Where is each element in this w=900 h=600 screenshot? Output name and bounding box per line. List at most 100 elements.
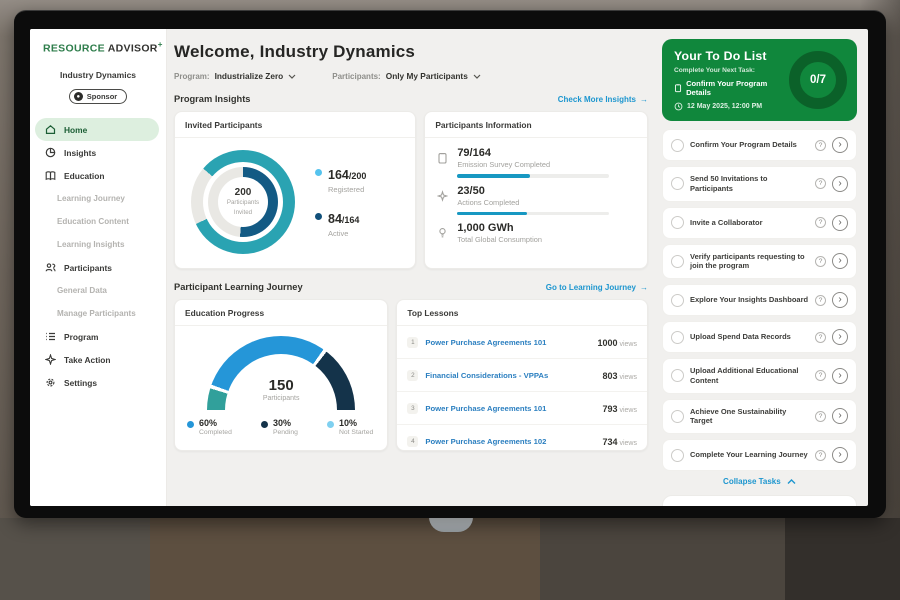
task-checkbox[interactable] [671,369,684,382]
help-icon[interactable]: ? [815,178,826,189]
sidebar-item-manage-participants[interactable]: Manage Participants [30,302,166,325]
task-list: Confirm Your Program Details ? › Send 50… [662,129,857,471]
task-row[interactable]: Invite a Collaborator ? › [662,207,857,239]
collapse-tasks-label: Collapse Tasks [723,477,781,486]
task-row[interactable]: Upload Additional Educational Content ? … [662,358,857,394]
help-icon[interactable]: ? [815,295,826,306]
lesson-link[interactable]: Power Purchase Agreements 101 [425,404,595,413]
pending-dot [261,421,268,428]
participants-value: Only My Participants [386,71,468,81]
sponsor-icon: ● [74,92,83,101]
lesson-row[interactable]: 2 Financial Considerations - VPPAs 803vi… [397,359,647,392]
lesson-row[interactable]: 4 Power Purchase Agreements 102 734views [397,425,647,451]
todo-counter: 0/7 [810,74,826,86]
task-row[interactable]: Achieve One Sustainability Target ? › [662,399,857,435]
participants-information-card: Participants Information 79/164 Emission… [424,111,648,269]
program-dropdown[interactable]: Program: Industrialize Zero [174,71,296,81]
sidebar-item-education-content[interactable]: Education Content [30,210,166,233]
sidebar-item-general-data[interactable]: General Data [30,279,166,302]
pending-value: 30% [273,418,298,428]
lesson-views: 793 [602,404,617,414]
lesson-link[interactable]: Power Purchase Agreements 102 [425,437,595,446]
task-checkbox[interactable] [671,410,684,423]
sidebar: RESOURCE ADVISOR+ Industry Dynamics ● Sp… [30,29,167,506]
task-go-button[interactable]: › [832,176,848,192]
sidebar-item-label: Manage Participants [57,309,136,318]
sidebar-item-label: Program [64,332,98,342]
help-icon[interactable]: ? [815,332,826,343]
task-go-button[interactable]: › [832,215,848,231]
sidebar-item-education[interactable]: Education [30,164,166,187]
sidebar-item-learning-journey[interactable]: Learning Journey [30,187,166,210]
help-icon[interactable]: ? [815,411,826,422]
lesson-link[interactable]: Financial Considerations - VPPAs [425,371,595,380]
lightbulb-icon [437,222,449,244]
task-row[interactable]: Upload Spend Data Records ? › [662,321,857,353]
consumption-label: Total Global Consumption [457,235,542,244]
task-label: Invite a Collaborator [690,218,809,228]
registered-dot [315,169,322,176]
help-icon[interactable]: ? [815,450,826,461]
task-checkbox[interactable] [671,449,684,462]
go-to-learning-journey-link[interactable]: Go to Learning Journey → [546,283,648,292]
chevron-up-icon [787,479,796,485]
task-checkbox[interactable] [671,255,684,268]
sidebar-item-participants[interactable]: Participants [30,256,166,279]
program-label: Program: [174,72,210,81]
actions-completed-label: Actions Completed [457,198,609,207]
lesson-row[interactable]: 1 Power Purchase Agreements 101 1000view… [397,326,647,359]
lesson-link[interactable]: Power Purchase Agreements 101 [425,338,590,347]
sidebar-item-learning-insights[interactable]: Learning Insights [30,233,166,256]
task-go-button[interactable]: › [832,447,848,463]
task-go-button[interactable]: › [832,329,848,345]
due-date-row: 12 May 2025, 12:00 PM [674,102,783,111]
task-label: Complete Your Learning Journey [690,450,809,460]
task-go-button[interactable]: › [832,408,848,424]
sponsor-badge[interactable]: ● Sponsor [69,89,127,104]
action-spark-icon [45,354,56,365]
sidebar-item-program[interactable]: Program [30,325,166,348]
home-icon [45,124,56,135]
legend-active: 84/164 Active [315,210,366,238]
help-icon[interactable]: ? [815,140,826,151]
task-go-button[interactable]: › [832,253,848,269]
sidebar-item-take-action[interactable]: Take Action [30,348,166,371]
task-row[interactable]: Send 50 Invitations to Participants ? › [662,166,857,202]
lesson-row[interactable]: 3 Power Purchase Agreements 101 793views [397,392,647,425]
education-progress-card: Education Progress 150 Participants 60% … [174,299,388,451]
task-label: Verify participants requesting to join t… [690,252,809,272]
gear-icon [45,377,56,388]
active-dot [315,213,322,220]
task-checkbox[interactable] [671,139,684,152]
task-row[interactable]: Verify participants requesting to join t… [662,244,857,280]
check-more-insights-link[interactable]: Check More Insights → [558,95,648,104]
filter-bar: Program: Industrialize Zero Participants… [174,71,648,81]
todo-progress-ring: 0/7 [789,51,847,109]
sidebar-item-insights[interactable]: Insights [30,141,166,164]
emission-survey-label: Emission Survey Completed [457,160,609,169]
collapse-tasks-link[interactable]: Collapse Tasks [662,477,857,486]
task-checkbox[interactable] [671,216,684,229]
top-lessons-card: Top Lessons 1 Power Purchase Agreements … [396,299,648,451]
task-row[interactable]: Confirm Your Program Details ? › [662,129,857,161]
task-checkbox[interactable] [671,331,684,344]
task-go-button[interactable]: › [832,292,848,308]
help-icon[interactable]: ? [815,256,826,267]
help-icon[interactable]: ? [815,217,826,228]
desk-surface [150,518,540,600]
task-go-button[interactable]: › [832,137,848,153]
task-checkbox[interactable] [671,294,684,307]
participants-dropdown[interactable]: Participants: Only My Participants [332,71,481,81]
donut-legend: 164/200 Registered 84/164 Active [315,166,366,238]
help-icon[interactable]: ? [815,370,826,381]
task-go-button[interactable]: › [832,368,848,384]
active-label: Active [328,229,359,238]
task-row[interactable]: Explore Your Insights Dashboard ? › [662,284,857,316]
sidebar-item-home[interactable]: Home [35,118,159,141]
task-row[interactable]: Complete Your Learning Journey ? › [662,439,857,471]
registered-label: Registered [328,185,366,194]
desk-surface [0,518,150,600]
sidebar-item-settings[interactable]: Settings [30,371,166,394]
desk-surface [540,518,785,600]
task-checkbox[interactable] [671,177,684,190]
